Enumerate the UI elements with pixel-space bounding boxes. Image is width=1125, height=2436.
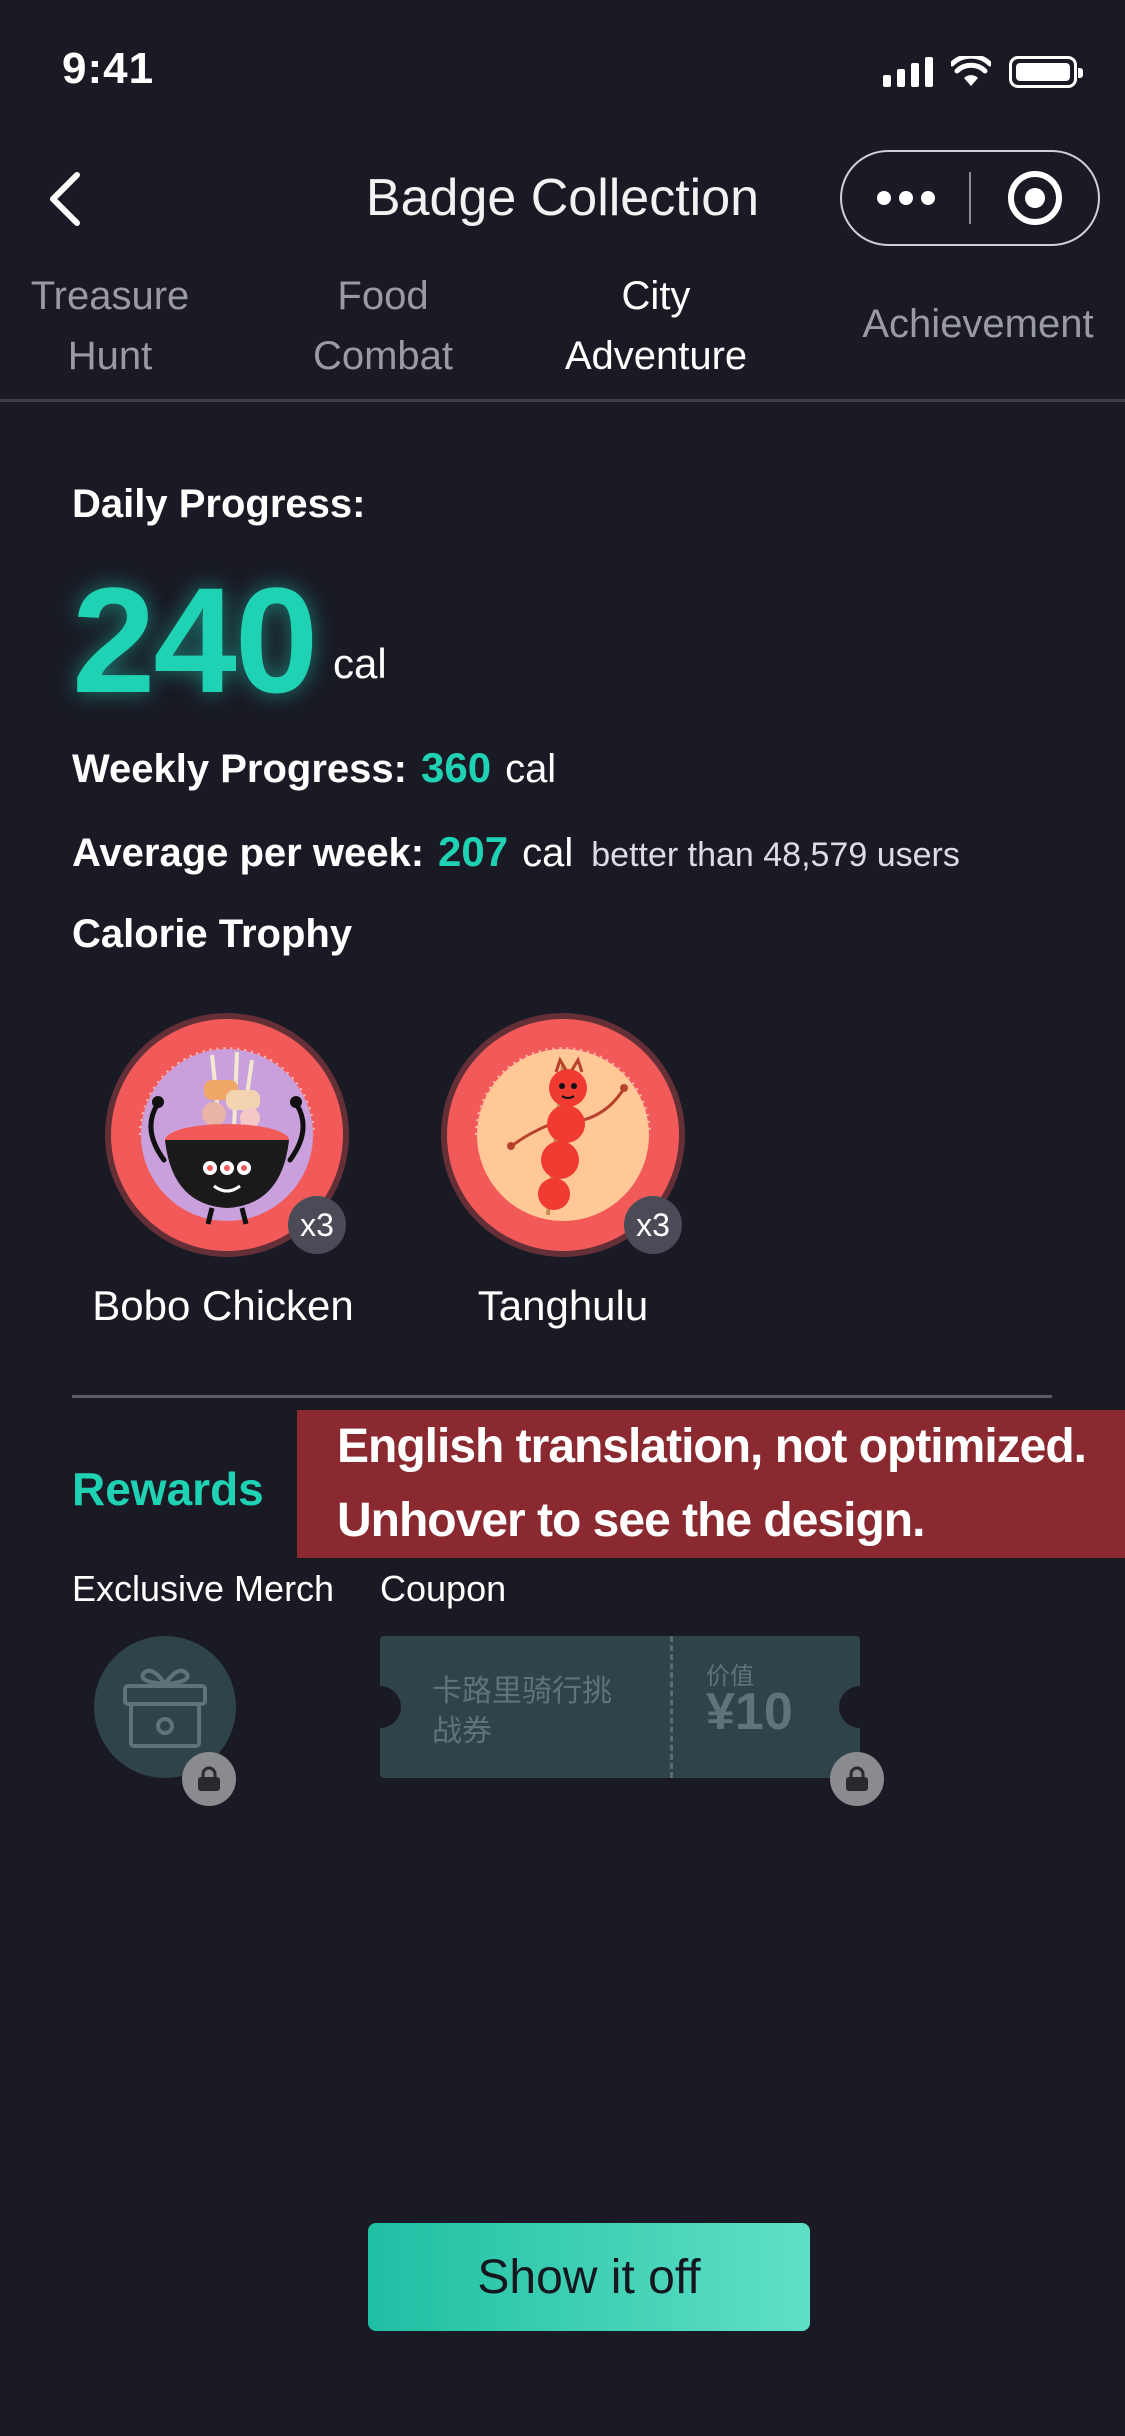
badge-tanghulu[interactable]: x3 — [438, 1010, 688, 1260]
coupon-perforation — [670, 1636, 673, 1778]
tabs-divider — [0, 399, 1125, 402]
tab-bar: Treasure Hunt Food Combat City Adventure… — [0, 262, 1125, 402]
show-it-off-button[interactable]: Show it off — [368, 2223, 810, 2331]
coupon-value: ¥10 — [706, 1683, 793, 1741]
gift-icon — [123, 1668, 207, 1748]
badge-count: x3 — [288, 1196, 346, 1254]
exclusive-merch-label: Exclusive Merch — [72, 1568, 335, 1609]
banner-line: Unhover to see the design. — [337, 1494, 925, 1547]
calorie-trophy-title: Calorie Trophy — [72, 912, 353, 956]
tab-label: City — [621, 274, 691, 318]
coupon-lock — [830, 1752, 884, 1806]
banner-line: English translation, not optimized. — [337, 1420, 1087, 1473]
coupon-notch-right — [839, 1686, 860, 1728]
weekly-progress-label: Weekly Progress: — [72, 747, 407, 791]
wifi-icon — [951, 56, 991, 86]
battery-icon — [1009, 56, 1083, 88]
average-unit: cal — [522, 831, 574, 875]
badge-name-bobo-chicken: Bobo Chicken — [92, 1282, 354, 1329]
tab-label: Food — [337, 274, 429, 318]
daily-progress-unit: cal — [333, 640, 387, 687]
merch-lock — [182, 1752, 236, 1806]
target-icon — [1007, 171, 1062, 225]
average-comparison: better than 48,579 users — [591, 836, 960, 874]
close-program-button[interactable] — [971, 152, 1098, 244]
average-row: Average per week: 207 cal better than 48… — [72, 828, 960, 876]
coupon-title: 卡路里骑行挑战券 — [432, 1675, 612, 1748]
mini-program-capsule — [840, 150, 1100, 246]
section-divider — [72, 1395, 1052, 1398]
average-label: Average per week: — [72, 831, 425, 875]
badge-count: x3 — [624, 1196, 682, 1254]
tab-treasure-hunt[interactable]: Treasure Hunt — [0, 266, 220, 386]
tab-label: Achievement — [862, 302, 1094, 346]
tab-city-adventure[interactable]: City Adventure — [548, 266, 764, 386]
more-button[interactable] — [842, 152, 969, 244]
weekly-progress-value: 360 — [420, 744, 492, 791]
more-dots-icon — [876, 191, 935, 205]
rewards-title: Rewards — [72, 1463, 264, 1515]
status-icons — [883, 56, 1083, 88]
tab-food-combat[interactable]: Food Combat — [283, 266, 483, 386]
translation-notice-banner: English translation, not optimized. Unho… — [297, 1410, 1125, 1558]
coupon-label: Coupon — [380, 1568, 507, 1609]
badge-bobo-chicken[interactable]: x3 — [102, 1010, 352, 1260]
daily-progress-value: 240 — [72, 556, 318, 724]
badge-name-tanghulu: Tanghulu — [477, 1282, 649, 1329]
weekly-progress-unit: cal — [505, 747, 557, 791]
lock-icon — [846, 1766, 868, 1791]
daily-progress-label: Daily Progress: — [72, 482, 366, 526]
weekly-progress-row: Weekly Progress: 360 cal — [72, 744, 556, 792]
tab-achievement[interactable]: Achievement — [848, 294, 1108, 354]
coupon-reward[interactable]: 卡路里骑行挑战券 价值 ¥10 — [380, 1636, 860, 1778]
lock-icon — [198, 1766, 220, 1791]
signal-icon — [883, 57, 933, 87]
tab-label: Treasure — [30, 274, 190, 318]
tab-label: Hunt — [67, 334, 153, 378]
average-value: 207 — [438, 828, 509, 875]
coupon-notch-left — [380, 1686, 401, 1728]
tab-label: Adventure — [564, 334, 748, 378]
status-time: 9:41 — [62, 44, 155, 93]
tab-label: Combat — [312, 334, 454, 378]
